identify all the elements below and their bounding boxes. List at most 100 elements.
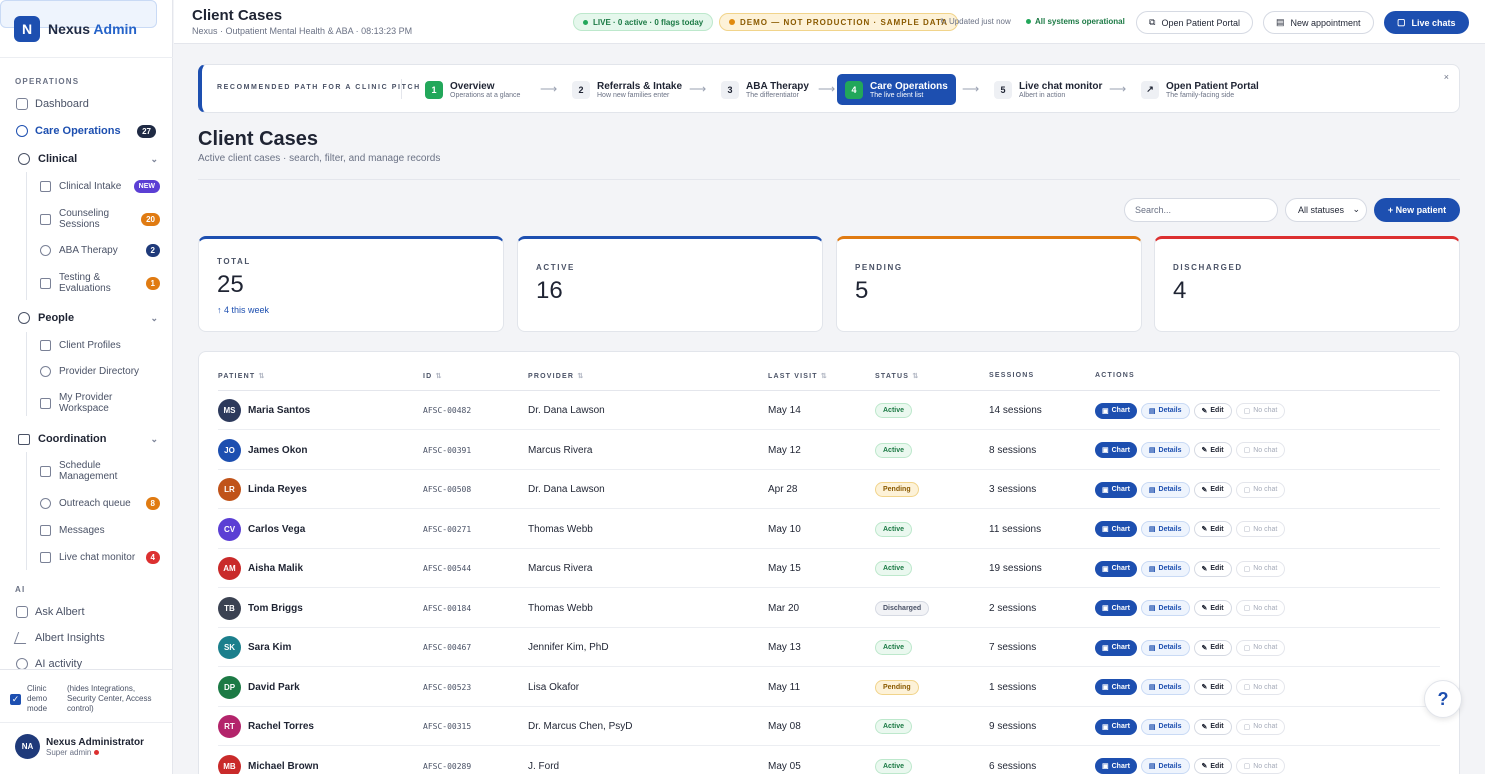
chart-button[interactable]: ▣ Chart [1095,639,1137,656]
sidebar-item-ask-albert[interactable]: Ask Albert [16,606,85,618]
demo-mode-toggle[interactable]: ✓ Clinic demo mode (hides Integrations, … [10,684,163,714]
details-button[interactable]: ▤ Details [1140,679,1190,695]
sidebar-item-messages[interactable]: Messages [40,525,160,536]
chart-button[interactable]: ▣ Chart [1095,758,1137,774]
patient-name[interactable]: Linda Reyes [248,484,307,495]
patient-name[interactable]: Rachel Torres [248,721,314,732]
details-button[interactable]: ▤ Details [1140,402,1190,419]
patient-name[interactable]: Tom Briggs [248,603,303,614]
patient-name[interactable]: Sara Kim [248,642,291,653]
details-button[interactable]: ▤ Details [1140,718,1190,735]
details-button[interactable]: ▤ Details [1140,560,1190,577]
patient-cell[interactable]: RT Rachel Torres [218,707,314,746]
patient-cell[interactable]: TB Tom Briggs [218,589,303,628]
table-row[interactable]: SK Sara Kim AFSC-00467 Jennifer Kim, PhD… [218,628,1440,667]
chart-button[interactable]: ▣ Chart [1095,560,1137,577]
table-row[interactable]: MS Maria Santos AFSC-00482 Dr. Dana Laws… [218,391,1440,430]
details-button[interactable]: ▤ Details [1140,442,1190,458]
column-header-provider[interactable]: PROVIDER ⇅ [528,372,584,380]
live-chats-button[interactable]: ▢ Live chats [1384,11,1469,34]
patient-cell[interactable]: JO James Okon [218,431,307,470]
table-row[interactable]: AM Aisha Malik AFSC-00544 Marcus Rivera … [218,549,1440,588]
user-menu[interactable]: NA Nexus Administrator Super admin [15,734,144,759]
sidebar-item-provider-directory[interactable]: Provider Directory [40,366,160,377]
chart-button[interactable]: ▣ Chart [1095,521,1137,537]
path-step-care-operations[interactable]: 4 Care Operations The live client list [837,74,956,105]
edit-button[interactable]: ✎ Edit [1193,560,1232,577]
sidebar-item-counseling-sessions[interactable]: Counseling Sessions 20 [40,208,160,230]
sidebar-group-clinical[interactable]: Clinical ⌄ [18,153,158,165]
chart-button[interactable]: ▣ Chart [1095,481,1137,498]
sidebar-group-coordination[interactable]: Coordination ⌄ [18,433,158,445]
edit-button[interactable]: ✎ Edit [1193,402,1232,419]
sidebar-item-live-chat-monitor[interactable]: Live chat monitor 4 [40,551,160,564]
status-filter-select[interactable]: All statuses ⌄ [1285,198,1367,222]
help-button[interactable]: ? [1424,680,1462,718]
brand-logo[interactable]: N Nexus Admin [14,16,137,42]
column-header-last-visit[interactable]: LAST VISIT ⇅ [768,372,828,380]
patient-cell[interactable]: SK Sara Kim [218,628,291,667]
patient-name[interactable]: James Okon [248,445,307,456]
path-step-aba-therapy[interactable]: 3 ABA Therapy The differentiator [713,74,817,105]
patient-cell[interactable]: LR Linda Reyes [218,470,307,509]
chart-button[interactable]: ▣ Chart [1095,402,1137,419]
patient-cell[interactable]: AM Aisha Malik [218,549,303,588]
checkbox-checked-icon[interactable]: ✓ [10,694,21,705]
patient-name[interactable]: Aisha Malik [248,563,303,574]
sidebar-item-provider-workspace[interactable]: My Provider Workspace [40,392,160,414]
sidebar-item-schedule-management[interactable]: Schedule Management [40,460,160,482]
edit-button[interactable]: ✎ Edit [1193,679,1232,695]
chart-button[interactable]: ▣ Chart [1095,600,1137,616]
sidebar-item-aba-therapy[interactable]: ABA Therapy 2 [40,244,160,257]
chart-button[interactable]: ▣ Chart [1095,718,1137,735]
sidebar-item-care-operations-label[interactable]: Care Operations 27 [16,125,156,138]
edit-button[interactable]: ✎ Edit [1193,718,1232,735]
table-row[interactable]: RT Rachel Torres AFSC-00315 Dr. Marcus C… [218,707,1440,746]
sidebar-item-dashboard[interactable]: Dashboard [16,98,89,110]
path-step-referrals[interactable]: 2 Referrals & Intake How new families ente… [564,74,690,105]
edit-button[interactable]: ✎ Edit [1193,481,1232,498]
sidebar-item-client-profiles[interactable]: Client Profiles [40,340,160,351]
open-patient-portal-button[interactable]: ⧉ Open Patient Portal [1136,11,1253,34]
details-button[interactable]: ▤ Details [1140,758,1190,774]
search-input[interactable]: Search... [1124,198,1278,222]
table-row[interactable]: LR Linda Reyes AFSC-00508 Dr. Dana Lawso… [218,470,1440,509]
patient-name[interactable]: Carlos Vega [248,524,305,535]
path-step-patient-portal[interactable]: ↗ Open Patient Portal The family-facing si… [1133,74,1267,105]
edit-button[interactable]: ✎ Edit [1193,600,1232,616]
patient-cell[interactable]: MS Maria Santos [218,391,310,430]
patient-cell[interactable]: CV Carlos Vega [218,510,305,549]
sidebar-group-people[interactable]: People ⌄ [18,312,158,324]
patient-name[interactable]: Michael Brown [248,761,319,772]
patient-cell[interactable]: DP David Park [218,668,300,707]
table-row[interactable]: MB Michael Brown AFSC-00289 J. Ford May … [218,747,1440,774]
patient-name[interactable]: Maria Santos [248,405,310,416]
column-header-id[interactable]: ID ⇅ [423,372,443,380]
patient-cell[interactable]: MB Michael Brown [218,747,319,774]
sidebar-item-outreach-queue[interactable]: Outreach queue 8 [40,497,160,510]
table-row[interactable]: CV Carlos Vega AFSC-00271 Thomas Webb Ma… [218,510,1440,549]
sidebar-item-albert-insights[interactable]: Albert Insights [13,632,105,644]
path-step-overview[interactable]: 1 Overview Operations at a glance [417,74,528,105]
patient-name[interactable]: David Park [248,682,300,693]
details-button[interactable]: ▤ Details [1140,639,1190,656]
details-button[interactable]: ▤ Details [1140,600,1190,616]
new-appointment-button[interactable]: ▤ New appointment [1263,11,1374,34]
details-button[interactable]: ▤ Details [1140,481,1190,498]
column-header-patient[interactable]: PATIENT ⇅ [218,372,266,380]
sidebar-item-clinical-intake[interactable]: Clinical Intake NEW [40,180,160,193]
column-header-status[interactable]: STATUS ⇅ [875,372,919,380]
edit-button[interactable]: ✎ Edit [1193,758,1232,774]
table-row[interactable]: TB Tom Briggs AFSC-00184 Thomas Webb Mar… [218,589,1440,628]
close-icon[interactable]: × [1444,72,1449,82]
edit-button[interactable]: ✎ Edit [1193,639,1232,656]
details-button[interactable]: ▤ Details [1140,521,1190,537]
path-step-live-chat[interactable]: 5 Live chat monitor Albert in action [986,74,1110,105]
new-patient-button[interactable]: + New patient [1374,198,1460,222]
edit-button[interactable]: ✎ Edit [1193,442,1232,458]
table-row[interactable]: DP David Park AFSC-00523 Lisa Okafor May… [218,668,1440,707]
sidebar-item-testing-evaluations[interactable]: Testing & Evaluations 1 [40,272,160,294]
edit-button[interactable]: ✎ Edit [1193,521,1232,537]
chart-button[interactable]: ▣ Chart [1095,442,1137,458]
chart-button[interactable]: ▣ Chart [1095,679,1137,695]
